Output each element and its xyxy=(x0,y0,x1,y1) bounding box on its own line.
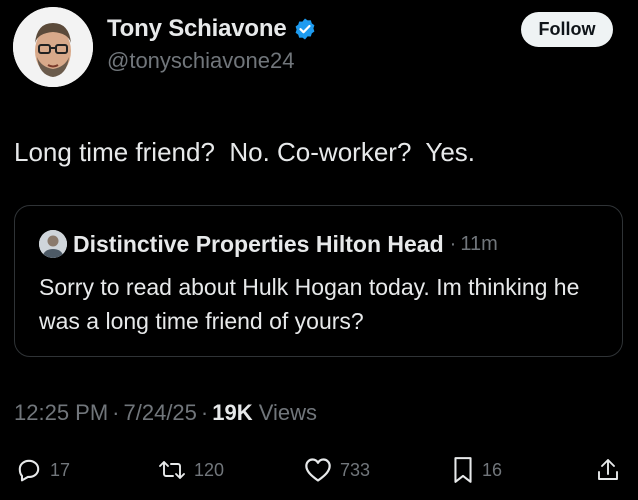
heart-icon xyxy=(304,457,332,483)
quoted-tweet-header: Distinctive Properties Hilton Head · 11m xyxy=(39,230,498,258)
follow-button[interactable]: Follow xyxy=(521,12,613,47)
user-handle[interactable]: @tonyschiavone24 xyxy=(107,48,294,74)
quoted-tweet-text: Sorry to read about Hulk Hogan today. Im… xyxy=(39,274,580,334)
repost-count: 120 xyxy=(194,459,225,480)
tweet-text: Long time friend? No. Co-worker? Yes. xyxy=(14,137,476,167)
avatar[interactable] xyxy=(13,7,93,87)
repost-button[interactable]: 120 xyxy=(158,452,224,488)
bookmark-count: 16 xyxy=(482,459,503,480)
quoted-author-avatar xyxy=(39,230,67,258)
separator-dot: · xyxy=(200,400,209,425)
tweet-date[interactable]: 7/24/25 xyxy=(124,400,197,425)
bookmark-icon xyxy=(452,456,474,484)
separator-dot: · xyxy=(449,232,457,255)
tweet-header: Tony Schiavone @tonyschiavone24 Follow xyxy=(0,0,638,90)
repost-icon xyxy=(158,457,186,483)
bookmark-button[interactable]: 16 xyxy=(452,452,502,488)
name-row: Tony Schiavone xyxy=(107,14,317,44)
reply-count: 17 xyxy=(50,459,71,480)
reply-icon xyxy=(16,457,42,483)
quoted-time: 11m xyxy=(460,232,498,255)
quoted-author-name: Distinctive Properties Hilton Head xyxy=(73,230,444,257)
quoted-tweet[interactable]: Distinctive Properties Hilton Head · 11m… xyxy=(14,205,623,357)
verified-badge-icon xyxy=(293,17,317,41)
views-count: 19K xyxy=(212,400,253,425)
share-button[interactable] xyxy=(596,452,620,488)
share-icon xyxy=(596,457,620,483)
tweet-time[interactable]: 12:25 PM xyxy=(14,400,108,425)
separator-dot: · xyxy=(112,400,120,425)
views-label: Views xyxy=(258,400,318,425)
display-name[interactable]: Tony Schiavone xyxy=(107,15,287,43)
reply-button[interactable]: 17 xyxy=(16,452,70,488)
like-count: 733 xyxy=(340,459,371,480)
tweet-meta: 12:25 PM · 7/24/25 · 19K Views xyxy=(14,400,317,426)
action-bar: 17 120 733 16 xyxy=(0,452,638,488)
like-button[interactable]: 733 xyxy=(304,452,370,488)
